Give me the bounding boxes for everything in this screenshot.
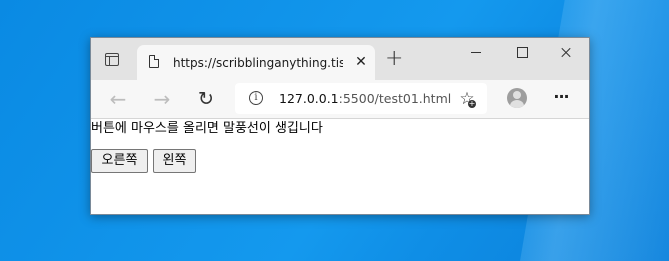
profile-avatar-icon[interactable]	[507, 88, 527, 108]
more-menu-icon[interactable]: ···	[551, 88, 571, 108]
page-text: 버튼에 마우스를 올리면 말풍선이 생깁니다	[91, 121, 323, 136]
forward-arrow-icon[interactable]: →	[151, 89, 173, 109]
active-tab[interactable]: https://scribblinganything.tistory ✕	[137, 45, 375, 80]
back-arrow-icon[interactable]: ←	[107, 89, 129, 109]
url-path: :5500/test01.html	[338, 91, 452, 106]
tab-actions-icon[interactable]	[105, 53, 119, 66]
tab-close-icon[interactable]: ✕	[353, 53, 369, 71]
url-text[interactable]: 127.0.0.1:5500/test01.html	[279, 89, 451, 109]
new-tab-button[interactable]: +	[385, 48, 403, 70]
minimize-button[interactable]	[453, 38, 499, 68]
tab-title: https://scribblinganything.tistory	[173, 56, 343, 70]
site-info-icon[interactable]: i	[249, 91, 263, 105]
page-icon	[149, 55, 159, 68]
favorite-plus-icon: +	[468, 99, 476, 108]
url-host: 127.0.0.1	[279, 91, 339, 106]
left-button[interactable]: 왼쪽	[153, 149, 196, 173]
navigation-toolbar: ← → ↻ i 127.0.0.1:5500/test01.html ☆ + ·…	[91, 80, 589, 119]
right-button[interactable]: 오른쪽	[91, 149, 148, 173]
address-bar[interactable]: i 127.0.0.1:5500/test01.html ☆ +	[235, 83, 487, 114]
maximize-button[interactable]	[499, 38, 545, 68]
title-bar: https://scribblinganything.tistory ✕ +	[91, 38, 589, 80]
refresh-icon[interactable]: ↻	[195, 89, 217, 109]
close-window-button[interactable]	[543, 38, 589, 68]
page-content: 버튼에 마우스를 올리면 말풍선이 생깁니다 오른쪽 왼쪽	[91, 119, 589, 214]
browser-window: https://scribblinganything.tistory ✕ + ←…	[90, 37, 590, 215]
